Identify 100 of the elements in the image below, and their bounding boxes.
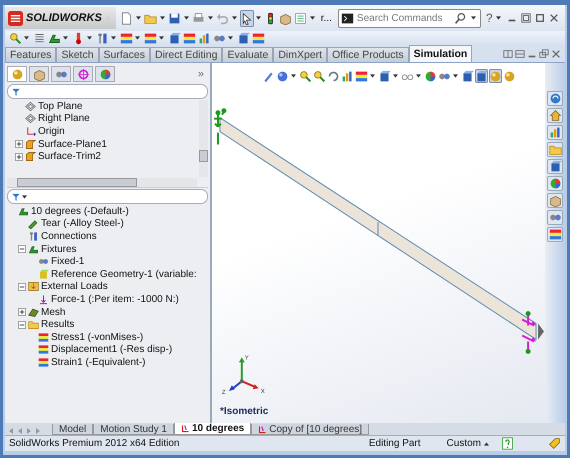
close-icon[interactable] [551, 48, 561, 58]
search-box[interactable]: Search Commands [338, 8, 481, 28]
caret-icon[interactable] [24, 36, 29, 40]
view-button[interactable] [378, 69, 391, 83]
collapse-icon[interactable] [18, 282, 26, 291]
command-tab[interactable]: Direct Editing [150, 47, 222, 62]
tree-item[interactable]: Force-1 (:Per item: -1000 N:) [51, 294, 179, 305]
expand-icon[interactable] [15, 140, 23, 148]
tile-icon[interactable] [520, 13, 531, 23]
filter-field[interactable] [7, 189, 208, 204]
caret-icon[interactable] [184, 16, 189, 20]
caret-icon[interactable] [87, 36, 92, 40]
view-button[interactable] [341, 69, 354, 83]
toolbar-button[interactable] [240, 10, 254, 26]
tree-item[interactable]: Results [41, 319, 74, 330]
collapse-icon[interactable] [18, 245, 26, 254]
caret-icon[interactable] [159, 36, 164, 40]
tree-item[interactable]: Fixtures [41, 244, 77, 255]
caret-icon[interactable] [232, 16, 237, 20]
command-tab[interactable]: Surfaces [98, 47, 150, 62]
view-button[interactable] [299, 69, 312, 83]
caret-icon[interactable] [256, 16, 261, 20]
caret-icon[interactable] [136, 16, 141, 20]
command-tab[interactable]: Features [5, 47, 56, 62]
task-pane-tab[interactable] [547, 108, 563, 123]
close-icon[interactable] [548, 13, 559, 23]
task-pane-tab[interactable] [547, 91, 563, 106]
tree-item[interactable]: 10 degrees (-Default-) [31, 206, 129, 217]
tree-item[interactable]: Surface-Trim2 [38, 151, 101, 162]
view-button[interactable] [313, 69, 326, 83]
caret-icon[interactable] [370, 74, 375, 78]
caret-icon[interactable] [416, 74, 421, 78]
restore-icon[interactable] [539, 48, 549, 58]
expand-icon[interactable] [18, 308, 26, 316]
split-icon[interactable] [515, 48, 525, 58]
command-tab[interactable]: Sketch [56, 47, 99, 62]
study-tab[interactable]: Copy of [10 degrees] [251, 424, 370, 435]
overflow-button[interactable]: r... [320, 12, 332, 24]
task-pane-tab[interactable] [547, 193, 563, 208]
units-button[interactable]: Custom [446, 438, 489, 449]
caret-icon[interactable] [22, 194, 27, 198]
tree-item[interactable]: Fixed-1 [51, 256, 84, 268]
view-button[interactable] [489, 69, 502, 83]
tree-item[interactable]: Mesh [41, 306, 66, 318]
caret-icon[interactable] [453, 74, 458, 78]
command-tab[interactable]: Office Products [327, 47, 409, 62]
tree-item[interactable]: Connections [41, 230, 97, 242]
tree-item[interactable]: Strain1 (-Equivalent-) [51, 356, 146, 368]
help-button[interactable]: ? [486, 11, 493, 25]
caret-icon[interactable] [310, 16, 315, 20]
caret-icon[interactable] [470, 16, 476, 20]
caret-icon[interactable] [208, 16, 213, 20]
task-pane-tab[interactable] [547, 210, 563, 225]
collapse-icon[interactable] [18, 320, 26, 329]
tree-item[interactable]: Tear (-Alloy Steel-) [41, 218, 124, 230]
command-tab[interactable]: Simulation [408, 45, 472, 62]
caret-icon[interactable] [135, 36, 140, 40]
view-button[interactable] [424, 69, 437, 83]
study-tab[interactable]: 10 degrees [174, 423, 252, 435]
task-pane-tab[interactable] [547, 176, 563, 191]
tree-item[interactable]: Right Plane [38, 113, 90, 124]
scrollbar[interactable] [7, 178, 197, 187]
tree-item[interactable]: Reference Geometry-1 (variable: [51, 268, 197, 280]
tree-item[interactable]: Surface-Plane1 [38, 138, 107, 150]
panel-tab[interactable] [95, 66, 115, 82]
panel-tab[interactable] [29, 66, 49, 82]
caret-icon[interactable] [496, 16, 501, 20]
filter-field[interactable] [7, 84, 208, 99]
view-button[interactable] [461, 69, 474, 83]
view-button[interactable] [327, 69, 340, 83]
panel-tab[interactable] [73, 66, 93, 82]
study-tab[interactable]: Model [52, 424, 94, 435]
caret-icon[interactable] [291, 74, 296, 78]
caret-icon[interactable] [228, 36, 233, 40]
tree-item[interactable]: Displacement1 (-Res disp-) [51, 344, 172, 356]
restore-icon[interactable] [534, 13, 545, 23]
app-logo[interactable]: SOLIDWORKS [5, 7, 116, 29]
tree-item[interactable]: External Loads [41, 281, 108, 292]
caret-icon[interactable] [63, 36, 68, 40]
tree-item[interactable]: Stress1 (-vonMises-) [51, 332, 144, 343]
split-icon[interactable] [503, 48, 513, 58]
task-pane-tab[interactable] [547, 125, 563, 140]
view-button[interactable] [276, 69, 289, 83]
search-icon[interactable] [454, 12, 467, 24]
caret-icon[interactable] [393, 74, 398, 78]
study-tab[interactable]: Motion Study 1 [93, 424, 174, 435]
caret-icon[interactable] [160, 16, 165, 20]
task-pane-tab[interactable] [547, 227, 563, 242]
help-icon[interactable] [501, 437, 514, 450]
scrollbar[interactable] [199, 100, 208, 177]
view-button[interactable] [355, 69, 368, 83]
command-tab[interactable]: Evaluate [222, 47, 274, 62]
panel-tab[interactable] [51, 66, 71, 82]
view-button[interactable] [475, 69, 488, 83]
command-tab[interactable]: DimXpert [273, 47, 328, 62]
more-button[interactable]: » [198, 68, 204, 80]
tree-item[interactable]: Top Plane [38, 100, 82, 112]
expand-icon[interactable] [15, 152, 23, 161]
task-pane-tab[interactable] [547, 159, 563, 174]
task-pane-tab[interactable] [547, 142, 563, 157]
